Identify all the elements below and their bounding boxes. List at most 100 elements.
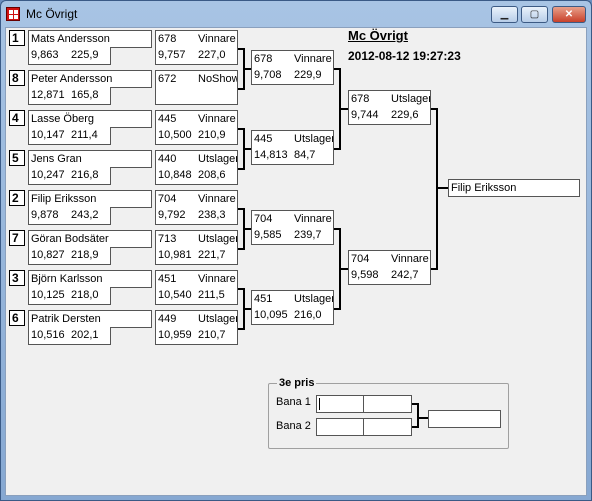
speed: 165,8 [69, 87, 111, 105]
seed-number: 6 [9, 310, 25, 326]
end-speed: 229,9 [292, 67, 334, 85]
car-number[interactable]: 440 [155, 150, 197, 168]
third-winner[interactable] [428, 410, 501, 428]
bracket-line [339, 108, 348, 110]
third-lane2-result[interactable] [364, 418, 412, 436]
lane2-label: Bana 2 [276, 420, 311, 432]
car-number[interactable]: 445 [155, 110, 197, 128]
end-speed: 238,3 [196, 207, 238, 225]
car-number[interactable]: 451 [251, 290, 293, 308]
end-speed: 242,7 [389, 267, 431, 285]
bracket-line [243, 228, 251, 230]
end-speed: 221,7 [196, 247, 238, 265]
end-speed: 84,7 [292, 147, 334, 165]
driver-name[interactable]: Jens Gran [28, 150, 152, 168]
end-speed: 229,6 [389, 107, 431, 125]
third-lane2-input[interactable] [316, 418, 364, 436]
driver-name[interactable]: Filip Eriksson [28, 190, 152, 208]
result: Vinnare [196, 190, 238, 208]
seed-number: 4 [9, 110, 25, 126]
end-speed: 210,9 [196, 127, 238, 145]
car-number[interactable]: 449 [155, 310, 197, 328]
end-speed: 208,6 [196, 167, 238, 185]
result: Vinnare [196, 30, 238, 48]
bracket-line [436, 187, 448, 189]
seed-number: 5 [9, 150, 25, 166]
car-number[interactable]: 678 [251, 50, 293, 68]
elapsed-time: 9,585 [251, 227, 293, 245]
result: Utslagen [292, 290, 334, 308]
result: Vinnare [196, 110, 238, 128]
bracket-line [243, 148, 251, 150]
close-button[interactable]: ✕ [552, 6, 586, 23]
final-winner[interactable]: Filip Eriksson [448, 179, 580, 197]
result: Vinnare [292, 210, 334, 228]
driver-name[interactable]: Patrik Dersten [28, 310, 152, 328]
end-speed: 216,0 [292, 307, 334, 325]
seed-number: 2 [9, 190, 25, 206]
bracket-line [417, 417, 428, 419]
elapsed-time: 10,959 [155, 327, 197, 345]
lane1-label: Bana 1 [276, 396, 311, 408]
elapsed-time [155, 87, 197, 105]
car-number[interactable]: 451 [155, 270, 197, 288]
speed: 216,8 [69, 167, 111, 185]
result: NoShow [196, 70, 238, 88]
result: Vinnare [389, 250, 431, 268]
end-speed [196, 87, 238, 105]
bracket-line [243, 308, 251, 310]
car-number[interactable]: 704 [251, 210, 293, 228]
bracket-panel: Mc Övrigt 2012-08-12 19:27:23 3e pris Ba… [5, 27, 587, 496]
reaction-time: 10,827 [28, 247, 70, 265]
elapsed-time: 10,500 [155, 127, 197, 145]
car-number[interactable]: 672 [155, 70, 197, 88]
speed: 225,9 [69, 47, 111, 65]
bracket-line [339, 268, 348, 270]
app-window: Mc Övrigt ▁ ▢ ✕ Mc Övrigt 2012-08-12 19:… [0, 0, 592, 501]
speed: 218,9 [69, 247, 111, 265]
reaction-time: 9,878 [28, 207, 70, 225]
driver-name[interactable]: Mats Andersson [28, 30, 152, 48]
elapsed-time: 10,540 [155, 287, 197, 305]
elapsed-time: 9,757 [155, 47, 197, 65]
third-lane1-input[interactable] [316, 395, 364, 413]
bracket-line [243, 68, 251, 70]
driver-name[interactable]: Peter Andersson [28, 70, 152, 88]
elapsed-time: 10,981 [155, 247, 197, 265]
end-speed: 227,0 [196, 47, 238, 65]
end-speed: 239,7 [292, 227, 334, 245]
speed: 243,2 [69, 207, 111, 225]
elapsed-time: 10,848 [155, 167, 197, 185]
car-number[interactable]: 445 [251, 130, 293, 148]
car-number[interactable]: 678 [348, 90, 390, 108]
minimize-button[interactable]: ▁ [491, 6, 518, 23]
bracket-line [417, 403, 419, 428]
elapsed-time: 14,813 [251, 147, 293, 165]
reaction-time: 10,125 [28, 287, 70, 305]
result: Utslagen [196, 150, 238, 168]
title-bar[interactable]: Mc Övrigt ▁ ▢ ✕ [1, 1, 591, 27]
bracket-line [436, 108, 438, 270]
reaction-time: 12,871 [28, 87, 70, 105]
maximize-button[interactable]: ▢ [521, 6, 548, 23]
car-number[interactable]: 704 [348, 250, 390, 268]
elapsed-time: 9,792 [155, 207, 197, 225]
driver-name[interactable]: Lasse Öberg [28, 110, 152, 128]
elapsed-time: 9,744 [348, 107, 390, 125]
result: Vinnare [292, 50, 334, 68]
result: Vinnare [196, 270, 238, 288]
end-speed: 211,5 [196, 287, 238, 305]
result: Utslagen [196, 230, 238, 248]
car-number[interactable]: 713 [155, 230, 197, 248]
reaction-time: 10,247 [28, 167, 70, 185]
elapsed-time: 9,598 [348, 267, 390, 285]
driver-name[interactable]: Göran Bodsäter [28, 230, 152, 248]
speed: 202,1 [69, 327, 111, 345]
driver-name[interactable]: Björn Karlsson [28, 270, 152, 288]
elapsed-time: 9,708 [251, 67, 293, 85]
seed-number: 8 [9, 70, 25, 86]
reaction-time: 9,863 [28, 47, 70, 65]
car-number[interactable]: 704 [155, 190, 197, 208]
car-number[interactable]: 678 [155, 30, 197, 48]
third-lane1-result[interactable] [364, 395, 412, 413]
